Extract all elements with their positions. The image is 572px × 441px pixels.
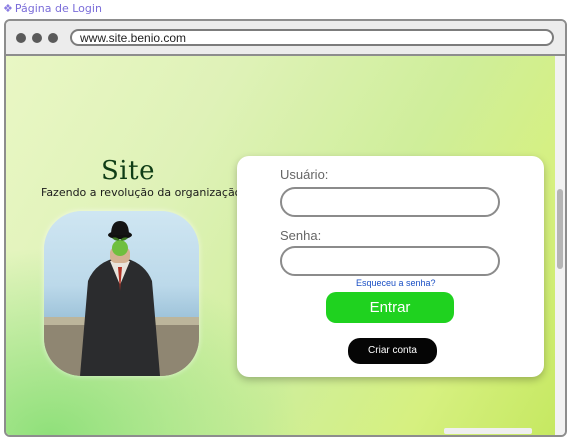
footer-strip bbox=[444, 428, 532, 434]
create-account-button[interactable]: Criar conta bbox=[348, 338, 437, 364]
window-dot-icon[interactable] bbox=[48, 33, 58, 43]
window-dot-icon[interactable] bbox=[32, 33, 42, 43]
username-input[interactable] bbox=[280, 187, 500, 217]
password-input[interactable] bbox=[280, 246, 500, 276]
password-label: Senha: bbox=[280, 228, 322, 243]
forgot-password-link[interactable]: Esqueceu a senha? bbox=[356, 278, 436, 288]
enter-button[interactable]: Entrar bbox=[326, 292, 454, 323]
diamond-icon: ❖ bbox=[3, 2, 13, 15]
scrollbar-thumb[interactable] bbox=[557, 189, 563, 269]
username-label: Usuário: bbox=[280, 167, 329, 182]
browser-window: www.site.benio.com Site Fazendo a revolu… bbox=[4, 19, 567, 437]
window-dot-icon[interactable] bbox=[16, 33, 26, 43]
portrait-image bbox=[44, 211, 199, 376]
page-tag: ❖ Página de Login bbox=[3, 2, 102, 15]
man-with-apple-painting bbox=[44, 221, 199, 376]
login-card: Usuário: Senha: Esqueceu a senha? Entrar… bbox=[237, 156, 544, 377]
site-tagline: Fazendo a revolução da organização bbox=[41, 186, 242, 199]
browser-titlebar: www.site.benio.com bbox=[6, 21, 565, 56]
page-viewport: Site Fazendo a revolução da organização … bbox=[6, 56, 559, 435]
address-bar[interactable]: www.site.benio.com bbox=[70, 29, 554, 46]
page-tag-label: Página de Login bbox=[14, 2, 102, 15]
site-title: Site bbox=[101, 156, 155, 186]
